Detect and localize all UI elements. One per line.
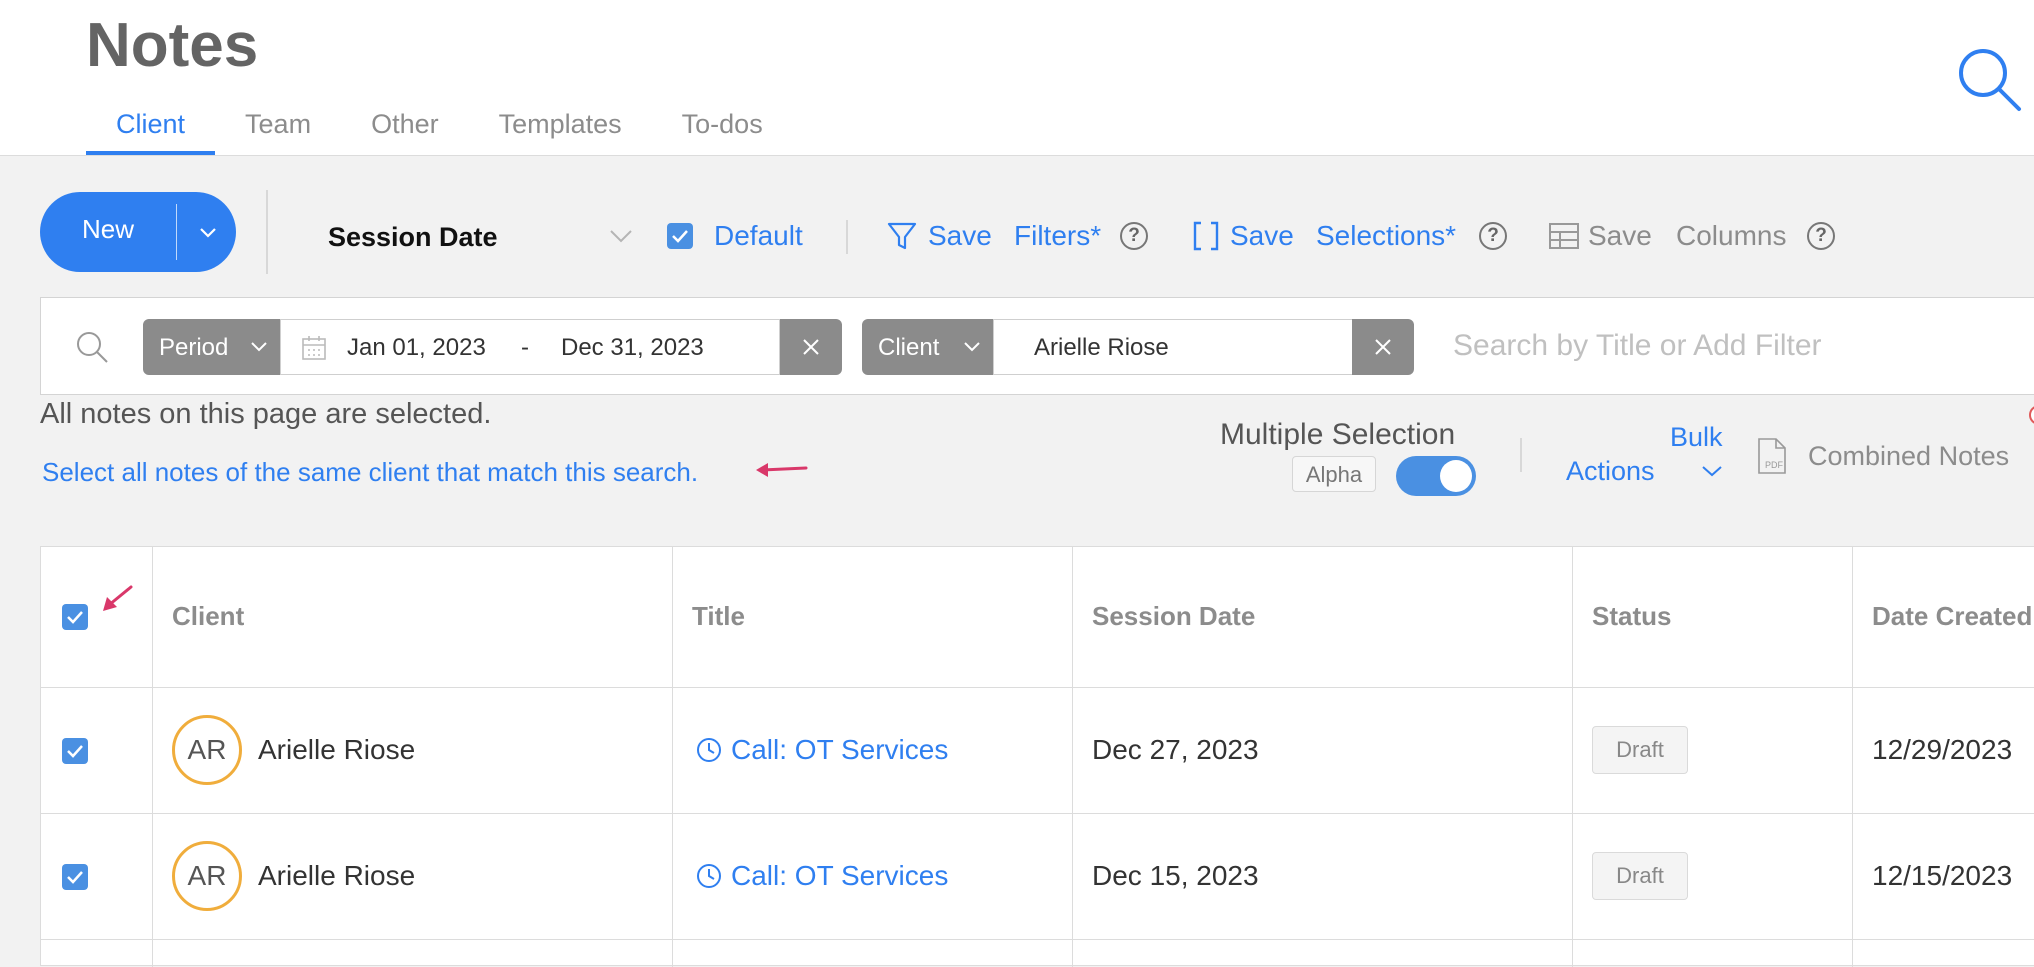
chevron-down-icon[interactable]	[1700, 463, 1724, 479]
toolbar-divider	[846, 220, 848, 254]
note-title-link[interactable]: Call: OT Services	[731, 734, 948, 766]
alpha-badge: Alpha	[1292, 456, 1376, 492]
tab-other[interactable]: Other	[341, 103, 469, 149]
search-input[interactable]: Search by Title or Add Filter	[1453, 329, 1822, 363]
table-row[interactable]: AR Arielle Riose Call: OT Services Dec 1…	[41, 814, 2034, 940]
close-icon	[803, 339, 819, 355]
date-from[interactable]: Jan 01, 2023	[347, 334, 486, 362]
column-header-status[interactable]: Status	[1592, 601, 1671, 632]
client-chip-label: Client	[878, 334, 940, 361]
column-header-title[interactable]: Title	[692, 601, 745, 632]
status-badge: Draft	[1592, 852, 1688, 900]
client-filter-chip[interactable]: Client	[862, 319, 993, 375]
multiple-selection-label: Multiple Selection	[1220, 418, 1456, 451]
date-separator: -	[521, 334, 529, 361]
tab-templates[interactable]: Templates	[469, 103, 652, 149]
close-icon	[1375, 339, 1391, 355]
client-filter-value: Arielle Riose	[1034, 334, 1169, 361]
notes-tabs: Client Team Other Templates To-dos	[86, 103, 793, 155]
arrow-annotation-icon	[103, 585, 133, 611]
toolbar-divider	[266, 190, 268, 274]
arrow-annotation-icon	[756, 463, 808, 477]
check-icon	[67, 871, 83, 884]
chevron-down-icon[interactable]	[196, 220, 220, 244]
funnel-icon	[887, 222, 917, 250]
table-header-row: Client Title Session Date Status Date Cr…	[41, 547, 2034, 688]
date-created: 12/15/2023	[1872, 860, 2013, 891]
help-icon[interactable]: ?	[1120, 222, 1148, 250]
select-all-matching-link[interactable]: Select all notes of the same client that…	[42, 457, 698, 488]
svg-text:PDF: PDF	[1765, 460, 1784, 470]
new-button-label: New	[82, 214, 135, 244]
column-header-session-date[interactable]: Session Date	[1092, 601, 1255, 632]
session-date: Dec 15, 2023	[1092, 860, 1259, 891]
bulk-actions-label-line2[interactable]: Actions	[1566, 456, 1655, 487]
toggle-knob	[1440, 460, 1472, 492]
chevron-down-icon[interactable]	[608, 226, 634, 246]
search-icon[interactable]	[1955, 45, 2023, 113]
status-badge: Draft	[1592, 726, 1688, 774]
selection-divider	[1520, 438, 1522, 472]
split-divider	[176, 204, 177, 260]
row-checkbox[interactable]	[62, 864, 88, 890]
calendar-icon	[302, 336, 326, 360]
period-filter-chip[interactable]: Period	[143, 319, 280, 375]
client-name[interactable]: Arielle Riose	[258, 860, 415, 892]
check-icon	[672, 230, 688, 243]
check-icon	[67, 611, 83, 624]
save-filters-label[interactable]: Filters*	[1014, 220, 1101, 252]
default-checkbox[interactable]	[667, 223, 693, 249]
table-icon	[1549, 223, 1579, 249]
clock-icon	[697, 738, 721, 762]
page-header: Notes Client Team Other Templates To-dos	[0, 0, 2034, 156]
default-label[interactable]: Default	[714, 220, 803, 252]
avatar: AR	[172, 841, 242, 911]
notification-dot	[2029, 405, 2034, 425]
help-icon[interactable]: ?	[1807, 222, 1835, 250]
period-chip-label: Period	[159, 334, 229, 361]
brackets-icon	[1193, 221, 1219, 251]
page-title: Notes	[86, 11, 259, 80]
selection-message: All notes on this page are selected.	[40, 398, 492, 430]
note-title-link[interactable]: Call: OT Services	[731, 860, 948, 892]
multiple-selection-toggle[interactable]	[1396, 456, 1476, 496]
check-icon	[67, 745, 83, 758]
clear-period-button[interactable]	[780, 319, 842, 375]
save-selections-label[interactable]: Selections*	[1316, 220, 1456, 252]
combined-notes-button[interactable]: Combined Notes	[1808, 441, 2009, 472]
bulk-actions-label-line1[interactable]: Bulk	[1670, 422, 1723, 453]
filter-bar: Period Jan 01, 2023 - Dec 31, 2023 Clien…	[40, 297, 2034, 395]
tab-client[interactable]: Client	[86, 103, 216, 155]
chevron-down-icon	[964, 342, 980, 352]
pdf-file-icon: PDF	[1758, 438, 1786, 474]
help-icon[interactable]: ?	[1479, 222, 1507, 250]
chevron-down-icon	[251, 342, 267, 352]
table-row[interactable]: AR Arielle Riose Call: OT Services Dec 2…	[41, 688, 2034, 814]
notes-toolbar: New Session Date Default Save Filters* ?…	[0, 190, 2034, 274]
row-checkbox[interactable]	[62, 738, 88, 764]
sort-by-select[interactable]: Session Date	[328, 222, 498, 253]
session-date: Dec 27, 2023	[1092, 734, 1259, 765]
column-header-client[interactable]: Client	[172, 601, 244, 632]
save-filters-button[interactable]: Save	[928, 220, 992, 252]
notes-table: Client Title Session Date Status Date Cr…	[40, 546, 2034, 967]
date-to[interactable]: Dec 31, 2023	[561, 334, 704, 362]
clock-icon	[697, 864, 721, 888]
column-header-date-created[interactable]: Date Created	[1872, 601, 2032, 632]
new-note-button[interactable]: New	[40, 192, 236, 272]
client-filter-field[interactable]: Arielle Riose	[993, 319, 1353, 375]
save-selections-button[interactable]: Save	[1230, 220, 1294, 252]
avatar: AR	[172, 715, 242, 785]
tab-team[interactable]: Team	[215, 103, 341, 149]
search-icon	[77, 332, 108, 363]
date-range-field[interactable]: Jan 01, 2023 - Dec 31, 2023	[280, 319, 780, 375]
tab-todos[interactable]: To-dos	[652, 103, 793, 149]
save-columns-label[interactable]: Columns	[1676, 220, 1786, 252]
clear-client-button[interactable]	[1352, 319, 1414, 375]
client-name[interactable]: Arielle Riose	[258, 734, 415, 766]
select-all-checkbox[interactable]	[62, 604, 88, 630]
date-created: 12/29/2023	[1872, 734, 2013, 765]
save-columns-button[interactable]: Save	[1588, 220, 1652, 252]
